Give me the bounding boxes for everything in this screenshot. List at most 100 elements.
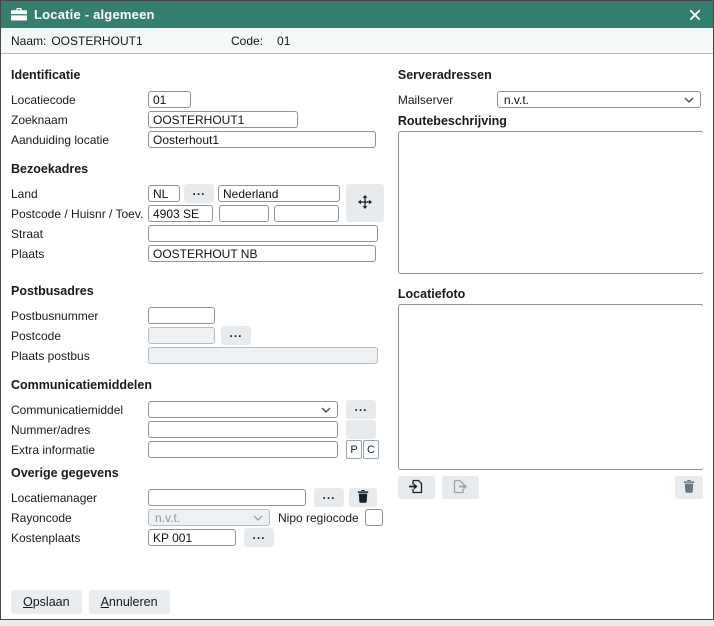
postbus-postcode-row: Postcode ... [11,327,386,344]
straat-row: Straat [11,225,386,242]
p-button[interactable]: P [346,440,362,459]
plaats-label: Plaats [11,247,148,261]
communicatiemiddel-lookup-button[interactable]: ... [346,400,376,419]
left-column: Identificatie Locatiecode Zoeknaam Aandu… [11,54,386,549]
kostenplaats-label: Kostenplaats [11,531,148,545]
ellipsis-icon: ... [322,488,335,502]
section-postbusadres: Postbusadres [11,284,386,298]
locatiemanager-delete-button[interactable] [349,488,377,507]
locatiecode-input[interactable] [148,91,191,108]
toevoeging-input[interactable] [274,205,339,222]
plaats-postbus-input [148,347,378,364]
nummer-adres-action-button [346,420,376,439]
briefcase-icon [11,8,27,21]
section-communicatiemiddelen: Communicatiemiddelen [11,378,386,392]
locatiemanager-input[interactable] [148,489,306,506]
save-button[interactable]: Opslaan [11,590,82,614]
communicatiemiddel-row: Communicatiemiddel ... [11,401,386,418]
section-serveradressen: Serveradressen [398,68,703,82]
communicatiemiddel-label: Communicatiemiddel [11,403,148,417]
nummer-adres-input[interactable] [148,421,338,438]
zoeknaam-label: Zoeknaam [11,113,148,127]
rayoncode-row: Rayoncode n.v.t. Nipo regiocode [11,509,386,526]
close-icon[interactable] [687,7,703,23]
kostenplaats-row: Kostenplaats ... [11,529,386,546]
postcode-input[interactable] [148,205,213,222]
aanduiding-row: Aanduiding locatie [11,131,386,148]
map-position-button[interactable] [346,184,384,222]
form-content: Identificatie Locatiecode Zoeknaam Aandu… [1,54,713,549]
foto-export-button [442,476,479,499]
foto-toolbar [398,476,703,499]
land-label: Land [11,187,148,201]
postcode-huisnr-row: Postcode / Huisnr / Toev. [11,205,386,222]
aanduiding-input[interactable] [148,131,376,148]
mailserver-label: Mailserver [398,93,497,107]
mailserver-select[interactable]: n.v.t. [497,91,701,108]
code-label: Code: [231,34,263,48]
foto-delete-button [675,476,703,499]
section-routebeschrijving: Routebeschrijving [398,114,703,128]
nipo-regiocode-label: Nipo regiocode [278,511,359,525]
communicatiemiddel-select[interactable] [148,401,338,418]
routebeschrijving-textarea[interactable] [398,131,703,274]
extra-informatie-row: Extra informatie P C [11,441,386,458]
trash-icon [683,480,695,496]
land-lookup-button[interactable]: ... [184,184,214,203]
zoeknaam-input[interactable] [148,111,298,128]
plaats-postbus-label: Plaats postbus [11,349,148,363]
straat-input[interactable] [148,225,378,242]
nipo-regiocode-input[interactable] [365,509,383,526]
bezoekadres-grid: Land ... Postcode / Huisnr / Toev. [11,185,386,222]
chevron-down-icon [253,515,263,521]
nummer-adres-row: Nummer/adres [11,421,386,438]
dialog-titlebar: Locatie - algemeen [1,1,713,28]
locatiecode-label: Locatiecode [11,93,148,107]
export-document-icon [452,479,468,497]
chevron-down-icon [684,97,694,103]
ellipsis-icon: ... [192,184,205,198]
locatiefoto-box [398,304,703,470]
extra-informatie-input[interactable] [148,441,338,458]
kostenplaats-lookup-button[interactable]: ... [244,528,274,547]
ellipsis-icon: ... [354,400,367,414]
locatiemanager-label: Locatiemanager [11,491,148,505]
section-identificatie: Identificatie [11,68,386,82]
mailserver-value: n.v.t. [504,93,529,107]
postbus-postcode-lookup-button[interactable]: ... [221,326,251,345]
land-naam-input[interactable] [218,185,340,202]
locatiecode-row: Locatiecode [11,91,386,108]
dialog-footer: Opslaan Annuleren [11,590,170,614]
section-locatiefoto: Locatiefoto [398,287,703,301]
cancel-button[interactable]: Annuleren [89,590,170,614]
locatie-dialog: Locatie - algemeen Naam: OOSTERHOUT1 Cod… [0,0,714,620]
postbus-postcode-label: Postcode [11,329,148,343]
postcode-huisnr-label: Postcode / Huisnr / Toev. [11,207,148,221]
ellipsis-icon: ... [252,528,265,542]
locatiemanager-lookup-button[interactable]: ... [314,488,344,507]
foto-import-button[interactable] [398,476,435,499]
record-header: Naam: OOSTERHOUT1 Code: 01 [1,28,713,54]
land-code-input[interactable] [148,185,180,202]
right-column: Serveradressen Mailserver n.v.t. Routebe… [398,54,703,549]
section-bezoekadres: Bezoekadres [11,162,386,176]
zoeknaam-row: Zoeknaam [11,111,386,128]
postbusnummer-row: Postbusnummer [11,307,386,324]
kostenplaats-input[interactable] [148,529,236,546]
c-button[interactable]: C [363,440,379,459]
code-value: 01 [277,34,290,48]
land-row: Land ... [11,185,386,202]
aanduiding-label: Aanduiding locatie [11,133,148,147]
postbusnummer-label: Postbusnummer [11,309,148,323]
plaats-row: Plaats [11,245,386,262]
straat-label: Straat [11,227,148,241]
plaats-input[interactable] [148,245,376,262]
nummer-adres-label: Nummer/adres [11,423,148,437]
dialog-title: Locatie - algemeen [34,7,155,22]
huisnr-input[interactable] [219,205,269,222]
rayoncode-label: Rayoncode [11,511,148,525]
postbusnummer-input[interactable] [148,307,215,324]
mailserver-row: Mailserver n.v.t. [398,91,703,108]
extra-informatie-label: Extra informatie [11,443,148,457]
plaats-postbus-row: Plaats postbus [11,347,386,364]
